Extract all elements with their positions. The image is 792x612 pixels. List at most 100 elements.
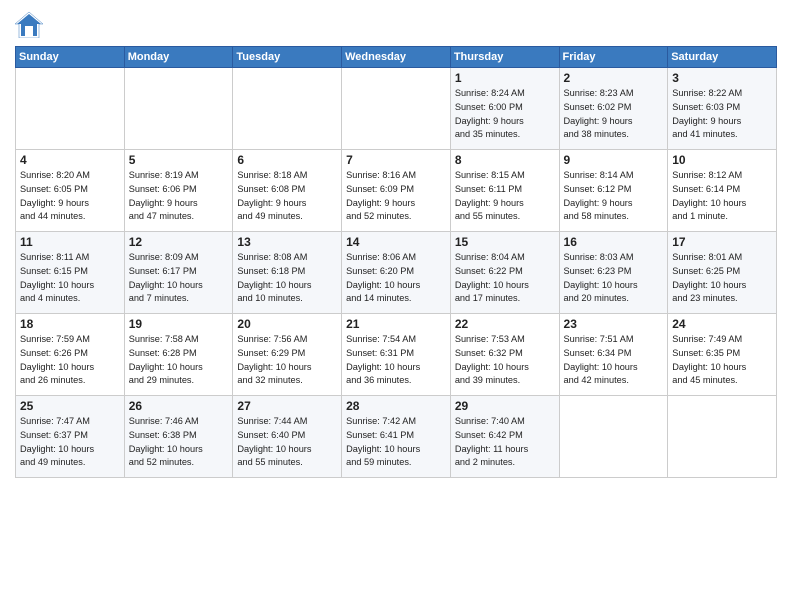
day-number: 24 — [672, 317, 772, 331]
day-info: Sunrise: 7:46 AMSunset: 6:38 PMDaylight:… — [129, 415, 229, 470]
calendar-cell: 21 Sunrise: 7:54 AMSunset: 6:31 PMDayligh… — [342, 314, 451, 396]
day-info: Sunrise: 8:24 AMSunset: 6:00 PMDaylight:… — [455, 87, 555, 142]
calendar-cell: 9 Sunrise: 8:14 AMSunset: 6:12 PMDaylight… — [559, 150, 668, 232]
day-info: Sunrise: 7:51 AMSunset: 6:34 PMDaylight:… — [564, 333, 664, 388]
day-info: Sunrise: 8:19 AMSunset: 6:06 PMDaylight:… — [129, 169, 229, 224]
calendar-cell: 4Sunrise: 8:20 AMSunset: 6:05 PMDaylight… — [16, 150, 125, 232]
day-info: Sunrise: 7:54 AMSunset: 6:31 PMDaylight:… — [346, 333, 446, 388]
col-header-wednesday: Wednesday — [342, 47, 451, 68]
day-number: 27 — [237, 399, 337, 413]
day-info: Sunrise: 7:47 AMSunset: 6:37 PMDaylight:… — [20, 415, 120, 470]
calendar-cell: 28Sunrise: 7:42 AMSunset: 6:41 PMDayligh… — [342, 396, 451, 478]
header — [15, 10, 777, 38]
calendar-cell: 18 Sunrise: 7:59 AMSunset: 6:26 PMDayligh… — [16, 314, 125, 396]
day-info: Sunrise: 8:04 AMSunset: 6:22 PMDaylight:… — [455, 251, 555, 306]
col-header-monday: Monday — [124, 47, 233, 68]
calendar-cell: 22Sunrise: 7:53 AMSunset: 6:32 PMDayligh… — [450, 314, 559, 396]
day-number: 29 — [455, 399, 555, 413]
calendar-row: 4Sunrise: 8:20 AMSunset: 6:05 PMDaylight… — [16, 150, 777, 232]
calendar-row: 25 Sunrise: 7:47 AMSunset: 6:37 PMDayligh… — [16, 396, 777, 478]
day-info: Sunrise: 8:16 AMSunset: 6:09 PMDaylight:… — [346, 169, 446, 224]
calendar-cell: 14Sunrise: 8:06 AMSunset: 6:20 PMDayligh… — [342, 232, 451, 314]
day-info: Sunrise: 8:08 AMSunset: 6:18 PMDaylight:… — [237, 251, 337, 306]
calendar-cell: 24 Sunrise: 7:49 AMSunset: 6:35 PMDayligh… — [668, 314, 777, 396]
day-number: 11 — [20, 235, 120, 249]
day-info: Sunrise: 7:44 AMSunset: 6:40 PMDaylight:… — [237, 415, 337, 470]
day-info: Sunrise: 8:03 AMSunset: 6:23 PMDaylight:… — [564, 251, 664, 306]
day-number: 8 — [455, 153, 555, 167]
calendar-cell: 5 Sunrise: 8:19 AMSunset: 6:06 PMDaylight… — [124, 150, 233, 232]
day-number: 2 — [564, 71, 664, 85]
day-info: Sunrise: 8:23 AMSunset: 6:02 PMDaylight:… — [564, 87, 664, 142]
day-info: Sunrise: 8:01 AMSunset: 6:25 PMDaylight:… — [672, 251, 772, 306]
day-number: 9 — [564, 153, 664, 167]
calendar-cell: 19 Sunrise: 7:58 AMSunset: 6:28 PMDayligh… — [124, 314, 233, 396]
calendar-cell — [124, 68, 233, 150]
calendar-cell: 15 Sunrise: 8:04 AMSunset: 6:22 PMDayligh… — [450, 232, 559, 314]
calendar-cell: 7 Sunrise: 8:16 AMSunset: 6:09 PMDaylight… — [342, 150, 451, 232]
page: SundayMondayTuesdayWednesdayThursdayFrid… — [0, 0, 792, 612]
col-header-saturday: Saturday — [668, 47, 777, 68]
day-info: Sunrise: 7:58 AMSunset: 6:28 PMDaylight:… — [129, 333, 229, 388]
calendar-cell: 29 Sunrise: 7:40 AMSunset: 6:42 PMDayligh… — [450, 396, 559, 478]
day-info: Sunrise: 8:12 AMSunset: 6:14 PMDaylight:… — [672, 169, 772, 224]
calendar-cell — [342, 68, 451, 150]
day-number: 26 — [129, 399, 229, 413]
day-number: 7 — [346, 153, 446, 167]
day-number: 20 — [237, 317, 337, 331]
day-number: 3 — [672, 71, 772, 85]
day-number: 4 — [20, 153, 120, 167]
logo — [15, 10, 45, 38]
day-info: Sunrise: 8:06 AMSunset: 6:20 PMDaylight:… — [346, 251, 446, 306]
day-number: 23 — [564, 317, 664, 331]
calendar-cell: 25 Sunrise: 7:47 AMSunset: 6:37 PMDayligh… — [16, 396, 125, 478]
calendar-cell: 3 Sunrise: 8:22 AMSunset: 6:03 PMDaylight… — [668, 68, 777, 150]
day-number: 25 — [20, 399, 120, 413]
day-number: 12 — [129, 235, 229, 249]
calendar-cell — [233, 68, 342, 150]
day-info: Sunrise: 8:15 AMSunset: 6:11 PMDaylight:… — [455, 169, 555, 224]
col-header-tuesday: Tuesday — [233, 47, 342, 68]
logo-icon — [15, 10, 43, 38]
day-number: 15 — [455, 235, 555, 249]
header-row: SundayMondayTuesdayWednesdayThursdayFrid… — [16, 47, 777, 68]
day-number: 13 — [237, 235, 337, 249]
day-number: 10 — [672, 153, 772, 167]
day-number: 17 — [672, 235, 772, 249]
day-info: Sunrise: 7:49 AMSunset: 6:35 PMDaylight:… — [672, 333, 772, 388]
col-header-sunday: Sunday — [16, 47, 125, 68]
calendar-cell: 16 Sunrise: 8:03 AMSunset: 6:23 PMDayligh… — [559, 232, 668, 314]
calendar-cell: 26 Sunrise: 7:46 AMSunset: 6:38 PMDayligh… — [124, 396, 233, 478]
day-info: Sunrise: 8:18 AMSunset: 6:08 PMDaylight:… — [237, 169, 337, 224]
day-number: 18 — [20, 317, 120, 331]
calendar-table: SundayMondayTuesdayWednesdayThursdayFrid… — [15, 46, 777, 478]
day-info: Sunrise: 8:11 AMSunset: 6:15 PMDaylight:… — [20, 251, 120, 306]
calendar-row: 18 Sunrise: 7:59 AMSunset: 6:26 PMDayligh… — [16, 314, 777, 396]
calendar-cell — [668, 396, 777, 478]
calendar-cell: 13 Sunrise: 8:08 AMSunset: 6:18 PMDayligh… — [233, 232, 342, 314]
calendar-cell: 6 Sunrise: 8:18 AMSunset: 6:08 PMDaylight… — [233, 150, 342, 232]
calendar-cell: 1 Sunrise: 8:24 AMSunset: 6:00 PMDaylight… — [450, 68, 559, 150]
day-number: 16 — [564, 235, 664, 249]
calendar-cell: 17 Sunrise: 8:01 AMSunset: 6:25 PMDayligh… — [668, 232, 777, 314]
day-info: Sunrise: 7:56 AMSunset: 6:29 PMDaylight:… — [237, 333, 337, 388]
col-header-thursday: Thursday — [450, 47, 559, 68]
day-info: Sunrise: 7:59 AMSunset: 6:26 PMDaylight:… — [20, 333, 120, 388]
day-number: 6 — [237, 153, 337, 167]
day-info: Sunrise: 7:53 AMSunset: 6:32 PMDaylight:… — [455, 333, 555, 388]
calendar-cell: 27 Sunrise: 7:44 AMSunset: 6:40 PMDayligh… — [233, 396, 342, 478]
day-number: 1 — [455, 71, 555, 85]
day-number: 19 — [129, 317, 229, 331]
day-info: Sunrise: 8:22 AMSunset: 6:03 PMDaylight:… — [672, 87, 772, 142]
calendar-cell: 10 Sunrise: 8:12 AMSunset: 6:14 PMDayligh… — [668, 150, 777, 232]
day-number: 21 — [346, 317, 446, 331]
day-info: Sunrise: 8:14 AMSunset: 6:12 PMDaylight:… — [564, 169, 664, 224]
calendar-cell — [16, 68, 125, 150]
calendar-row: 1 Sunrise: 8:24 AMSunset: 6:00 PMDaylight… — [16, 68, 777, 150]
calendar-cell: 12Sunrise: 8:09 AMSunset: 6:17 PMDayligh… — [124, 232, 233, 314]
calendar-cell: 8 Sunrise: 8:15 AMSunset: 6:11 PMDaylight… — [450, 150, 559, 232]
calendar-cell: 20 Sunrise: 7:56 AMSunset: 6:29 PMDayligh… — [233, 314, 342, 396]
day-info: Sunrise: 7:40 AMSunset: 6:42 PMDaylight:… — [455, 415, 555, 470]
day-number: 5 — [129, 153, 229, 167]
calendar-cell: 2 Sunrise: 8:23 AMSunset: 6:02 PMDaylight… — [559, 68, 668, 150]
